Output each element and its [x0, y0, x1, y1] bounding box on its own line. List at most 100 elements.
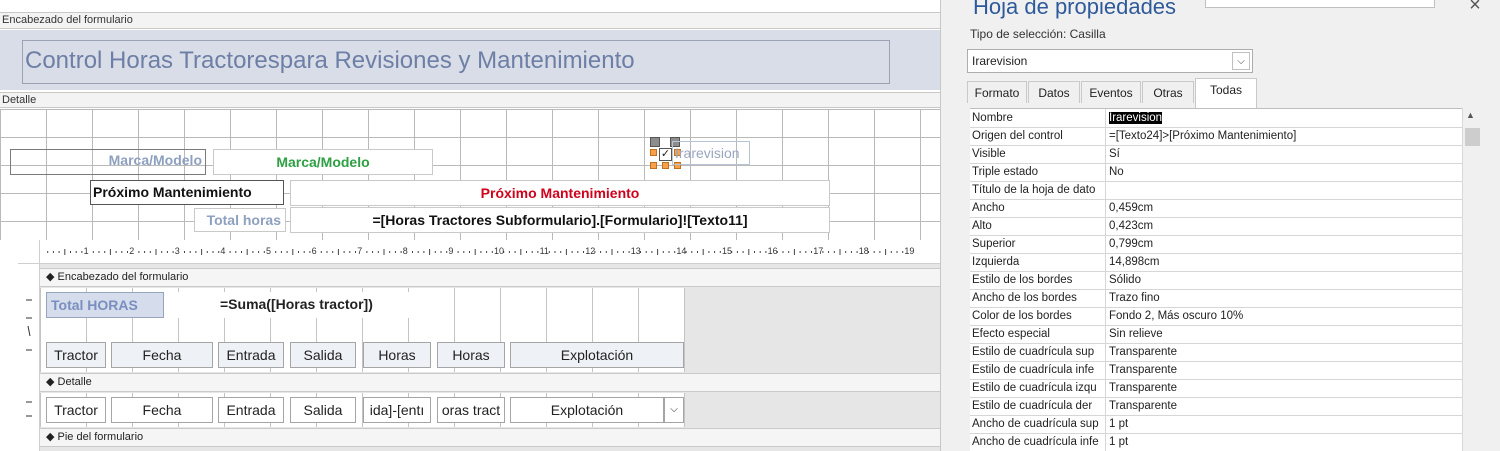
property-name: Color de los bordes — [970, 307, 1106, 325]
marca-modelo-label[interactable]: Marca/Modelo — [10, 149, 206, 175]
total-horas-textbox[interactable]: =[Horas Tractores Subformulario].[Formul… — [290, 207, 830, 233]
tab-todas[interactable]: Todas — [1195, 78, 1257, 108]
property-row[interactable]: Superior 0,799cm — [970, 235, 1462, 254]
property-value[interactable]: Transparente — [1107, 343, 1462, 361]
irarevision-label[interactable]: Irarevision — [672, 141, 750, 165]
tab-formato[interactable]: Formato — [967, 81, 1027, 103]
property-row[interactable]: Título de la hoja de dato — [970, 181, 1462, 200]
vertical-ruler[interactable] — [18, 264, 40, 451]
property-value[interactable]: 14,898cm — [1107, 253, 1462, 271]
form-header-section-bar[interactable]: Encabezado del formulario — [0, 12, 940, 29]
ruler-corner-selector[interactable] — [18, 240, 40, 264]
header-cell-tractor[interactable]: Tractor — [46, 342, 106, 368]
chevron-down-icon[interactable]: ⌵ — [1232, 52, 1250, 70]
close-icon[interactable]: × — [1465, 0, 1485, 16]
property-value[interactable] — [1107, 181, 1462, 199]
header-cell-salida[interactable]: Salida — [290, 342, 356, 368]
property-value[interactable]: Transparente — [1107, 361, 1462, 379]
detail-cell-fecha[interactable]: Fecha — [111, 397, 213, 423]
property-row[interactable]: Ancho 0,459cm — [970, 199, 1462, 218]
ruler-tick-label: 1 — [83, 246, 89, 256]
ruler-tick-label: 14 — [676, 246, 687, 256]
marca-modelo-textbox[interactable]: Marca/Modelo — [213, 149, 433, 175]
header-cell-horas[interactable]: Horas — [363, 342, 431, 368]
move-handle[interactable] — [650, 137, 660, 147]
detail-cell-salida[interactable]: Salida — [290, 397, 356, 423]
property-row[interactable]: Ancho de cuadrícula infe 1 pt — [970, 433, 1462, 451]
ruler-tick-label: 12 — [585, 246, 596, 256]
tab-datos[interactable]: Datos — [1028, 81, 1080, 103]
property-value[interactable]: Transparente — [1107, 397, 1462, 415]
detail-cell-explotacion[interactable]: Explotación — [510, 397, 664, 423]
property-name: Superior — [970, 235, 1106, 253]
property-name: Estilo de los bordes — [970, 271, 1106, 289]
property-row[interactable]: Ancho de cuadrícula sup 1 pt — [970, 415, 1462, 434]
form-design-surface[interactable]: Encabezado del formulario Control Horas … — [0, 0, 940, 451]
form-title-label[interactable]: Control Horas Tractorespara Revisiones y… — [22, 40, 890, 84]
subform-total-horas-label[interactable]: Total HORAS — [46, 292, 164, 318]
tab-eventos[interactable]: Eventos — [1081, 81, 1141, 103]
detail-cell-entrada[interactable]: Entrada — [218, 397, 284, 423]
property-row[interactable]: Estilo de cuadrícula infe Transparente — [970, 361, 1462, 380]
property-value[interactable]: 0,459cm — [1107, 199, 1462, 217]
property-row[interactable]: Izquierda 14,898cm — [970, 253, 1462, 272]
property-value[interactable]: 1 pt — [1107, 433, 1462, 451]
proximo-mantenimiento-label[interactable]: Próximo Mantenimiento — [90, 180, 284, 205]
property-row[interactable]: Triple estado No — [970, 163, 1462, 182]
header-cell-fecha[interactable]: Fecha — [111, 342, 213, 368]
property-row[interactable]: Estilo de cuadrícula sup Transparente — [970, 343, 1462, 362]
detail-cell-horas-expr[interactable]: ida]-[entı — [363, 397, 431, 423]
property-row[interactable]: Estilo de los bordes Sólido — [970, 271, 1462, 290]
property-value-text: Transparente — [1109, 382, 1177, 394]
resize-handle[interactable] — [650, 149, 657, 156]
property-grid-scrollbar[interactable]: ▲ — [1462, 108, 1482, 451]
header-cell-horas-2[interactable]: Horas — [437, 342, 505, 368]
form-header-section-label: Encabezado del formulario — [2, 14, 133, 26]
property-row[interactable]: Color de los bordes Fondo 2, Más oscuro 1… — [970, 307, 1462, 326]
property-value[interactable]: Sí — [1107, 145, 1462, 163]
tab-otras[interactable]: Otras — [1142, 81, 1194, 103]
property-value[interactable]: 0,423cm — [1107, 217, 1462, 235]
property-value[interactable]: Transparente — [1107, 379, 1462, 397]
property-name: Estilo de cuadrícula sup — [970, 343, 1106, 361]
property-row[interactable]: Origen del control =[Texto24]>[Próximo Ma… — [970, 127, 1462, 146]
subform-detail-section-bar[interactable]: ◆ Detalle — [40, 373, 940, 392]
chevron-down-icon[interactable]: ⌵ — [664, 397, 684, 423]
property-row[interactable]: Alto 0,423cm — [970, 217, 1462, 236]
scroll-up-icon[interactable]: ▲ — [1466, 110, 1475, 120]
object-selector-dropdown[interactable]: Irarevision ⌵ — [967, 49, 1253, 73]
property-value[interactable]: Irarevision — [1107, 109, 1462, 127]
property-row[interactable]: Nombre Irarevision — [970, 109, 1462, 128]
property-row[interactable]: Estilo de cuadrícula izqu Transparente — [970, 379, 1462, 398]
detail-cell-tractor[interactable]: Tractor — [46, 397, 106, 423]
property-value[interactable]: =[Texto24]>[Próximo Mantenimiento] — [1107, 127, 1462, 145]
property-value[interactable]: Trazo fino — [1107, 289, 1462, 307]
subform-total-horas-textbox[interactable]: =Suma([Horas tractor]) — [170, 292, 438, 318]
property-row[interactable]: Efecto especial Sin relieve — [970, 325, 1462, 344]
property-row[interactable]: Estilo de cuadrícula der Transparente — [970, 397, 1462, 416]
subform-footer-section-bar[interactable]: ◆ Pie del formulario — [40, 428, 940, 447]
resize-handle[interactable] — [650, 162, 657, 169]
property-value[interactable]: Sólido — [1107, 271, 1462, 289]
property-value[interactable]: 0,799cm — [1107, 235, 1462, 253]
scrollbar-thumb[interactable] — [1465, 128, 1480, 146]
section-arrow-icon: ◆ — [46, 376, 55, 388]
property-grid[interactable]: Nombre Irarevision Origen del control =[Tex… — [970, 108, 1462, 451]
property-value-text: No — [1109, 166, 1124, 178]
header-cell-explotacion[interactable]: Explotación — [510, 342, 684, 368]
property-value[interactable]: No — [1107, 163, 1462, 181]
property-row[interactable]: Visible Sí — [970, 145, 1462, 164]
subform-header-section-bar[interactable]: ◆ Encabezado del formulario — [40, 268, 940, 287]
detail-cell-horas-tractor[interactable]: oras tract — [437, 397, 505, 423]
proximo-mantenimiento-textbox[interactable]: Próximo Mantenimiento — [290, 180, 830, 206]
detail-section-bar[interactable]: Detalle — [0, 92, 940, 108]
total-horas-label[interactable]: Total horas — [194, 208, 286, 232]
property-value[interactable]: Sin relieve — [1107, 325, 1462, 343]
property-name: Izquierda — [970, 253, 1106, 271]
property-value[interactable]: 1 pt — [1107, 415, 1462, 433]
property-row[interactable]: Ancho de los bordes Trazo fino — [970, 289, 1462, 308]
header-cell-entrada[interactable]: Entrada — [218, 342, 284, 368]
property-value[interactable]: Fondo 2, Más oscuro 10% — [1107, 307, 1462, 325]
horizontal-ruler[interactable]: 1 2 3 4 5 6 7 8 9 10 11 12 13 14 15 16 17 18 19 — [40, 240, 940, 264]
resize-handle[interactable] — [662, 162, 669, 169]
